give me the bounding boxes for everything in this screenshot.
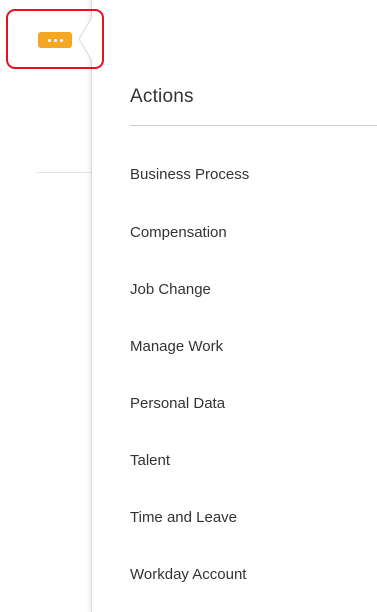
highlight-box (6, 9, 104, 69)
menu-item-talent[interactable]: Talent (130, 452, 170, 469)
screenshot-stage: Actions Business Process Compensation Jo… (0, 0, 377, 612)
page-divider (36, 172, 94, 173)
popup-title: Actions (130, 86, 194, 107)
popup-title-divider (130, 125, 377, 126)
menu-item-time-and-leave[interactable]: Time and Leave (130, 509, 237, 526)
actions-popup: Actions Business Process Compensation Jo… (91, 0, 377, 612)
menu-item-manage-work[interactable]: Manage Work (130, 338, 223, 355)
menu-item-business-process[interactable]: Business Process (130, 166, 249, 183)
menu-item-personal-data[interactable]: Personal Data (130, 395, 225, 412)
menu-item-job-change[interactable]: Job Change (130, 281, 211, 298)
menu-item-compensation[interactable]: Compensation (130, 224, 227, 241)
menu-item-workday-account[interactable]: Workday Account (130, 566, 246, 583)
